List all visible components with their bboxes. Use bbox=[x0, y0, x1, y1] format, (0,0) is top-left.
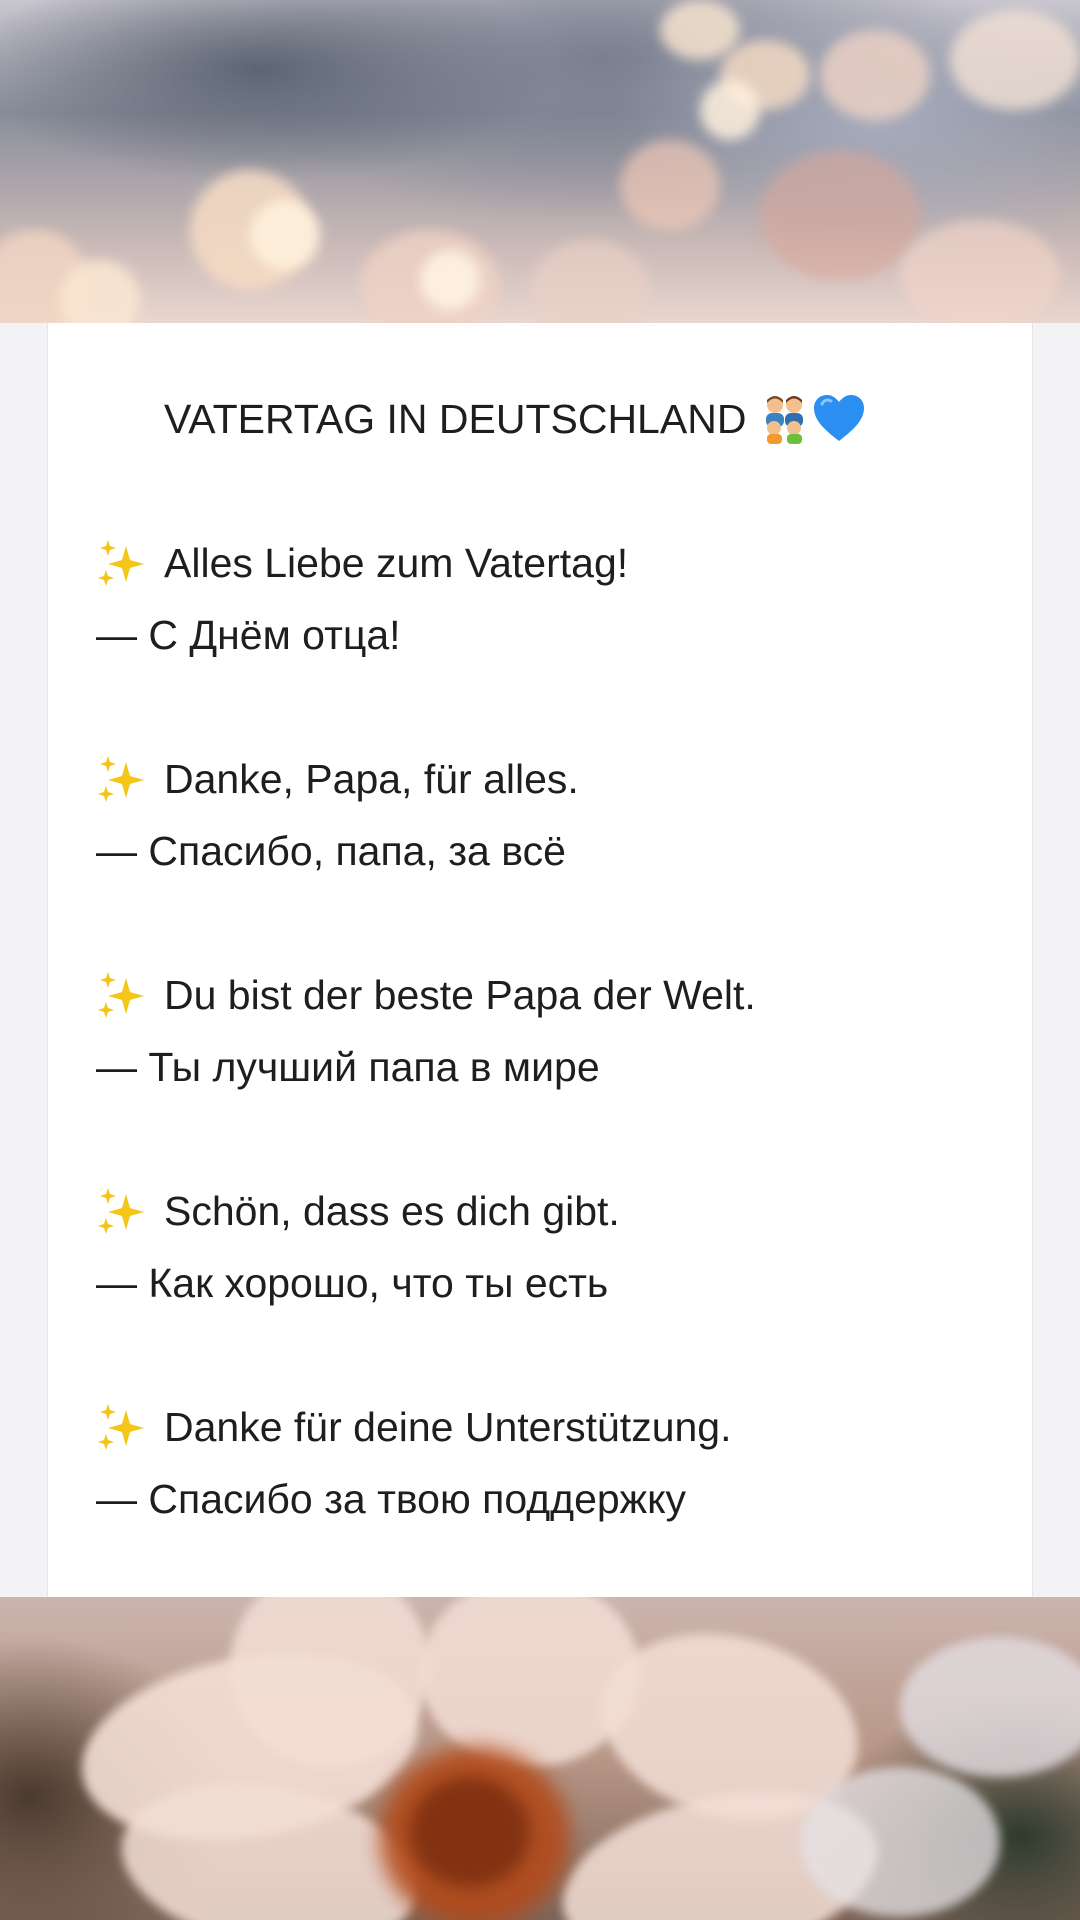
germany-flag-icon bbox=[96, 400, 148, 438]
phrase-german: Danke, Papa, für alles. bbox=[164, 756, 579, 802]
sparkles-icon bbox=[96, 1186, 146, 1236]
phrase-ru-line: — Спасибо, папа, за всё bbox=[96, 815, 996, 887]
phrase-list: VATERTAG IN DEUTSCHLAND Alles Liebe zum … bbox=[96, 383, 996, 1535]
sparkles-icon bbox=[96, 970, 146, 1020]
left-margin bbox=[0, 323, 47, 1597]
flower-photo-bottom bbox=[0, 1597, 1080, 1920]
phrase-ru-line: — Спасибо за твою поддержку bbox=[96, 1463, 996, 1535]
phrase-ru-line: — Ты лучший папа в мире bbox=[96, 1031, 996, 1103]
phrase-de-line: Du bist der beste Papa der Welt. bbox=[96, 959, 996, 1031]
phrase-german: Du bist der beste Papa der Welt. bbox=[164, 972, 756, 1018]
sparkles-icon bbox=[96, 754, 146, 804]
phrase-ru-line: — С Днём отца! bbox=[96, 599, 996, 671]
phrase-de-line: Schön, dass es dich gibt. bbox=[96, 1175, 996, 1247]
blue-heart-icon bbox=[812, 394, 866, 444]
right-margin bbox=[1033, 323, 1080, 1597]
phrase-de-line: Alles Liebe zum Vatertag! bbox=[96, 527, 996, 599]
sparkles-icon bbox=[96, 1402, 146, 1452]
phrase-russian: — Как хорошо, что ты есть bbox=[96, 1260, 609, 1306]
phrase-ru-line: — Как хорошо, что ты есть bbox=[96, 1247, 996, 1319]
phrase-de-line: Danke, Papa, für alles. bbox=[96, 743, 996, 815]
phrase-german: Danke für deine Unterstützung. bbox=[164, 1404, 732, 1450]
family-icon bbox=[760, 394, 808, 444]
phrase-russian: — С Днём отца! bbox=[96, 612, 401, 658]
phrase-german: Schön, dass es dich gibt. bbox=[164, 1188, 620, 1234]
sparkles-icon bbox=[96, 538, 146, 588]
phrase-russian: — Спасибо за твою поддержку bbox=[96, 1476, 686, 1522]
bokeh-photo-top bbox=[0, 0, 1080, 323]
phrase-de-line: Danke für deine Unterstützung. bbox=[96, 1391, 996, 1463]
page-title: VATERTAG IN DEUTSCHLAND bbox=[164, 396, 747, 442]
content-card: VATERTAG IN DEUTSCHLAND Alles Liebe zum … bbox=[47, 323, 1033, 1597]
phrase-russian: — Ты лучший папа в мире bbox=[96, 1044, 600, 1090]
header-line: VATERTAG IN DEUTSCHLAND bbox=[96, 383, 996, 455]
phrase-russian: — Спасибо, папа, за всё bbox=[96, 828, 566, 874]
phrase-german: Alles Liebe zum Vatertag! bbox=[164, 540, 629, 586]
story-page: VATERTAG IN DEUTSCHLAND Alles Liebe zum … bbox=[0, 0, 1080, 1920]
